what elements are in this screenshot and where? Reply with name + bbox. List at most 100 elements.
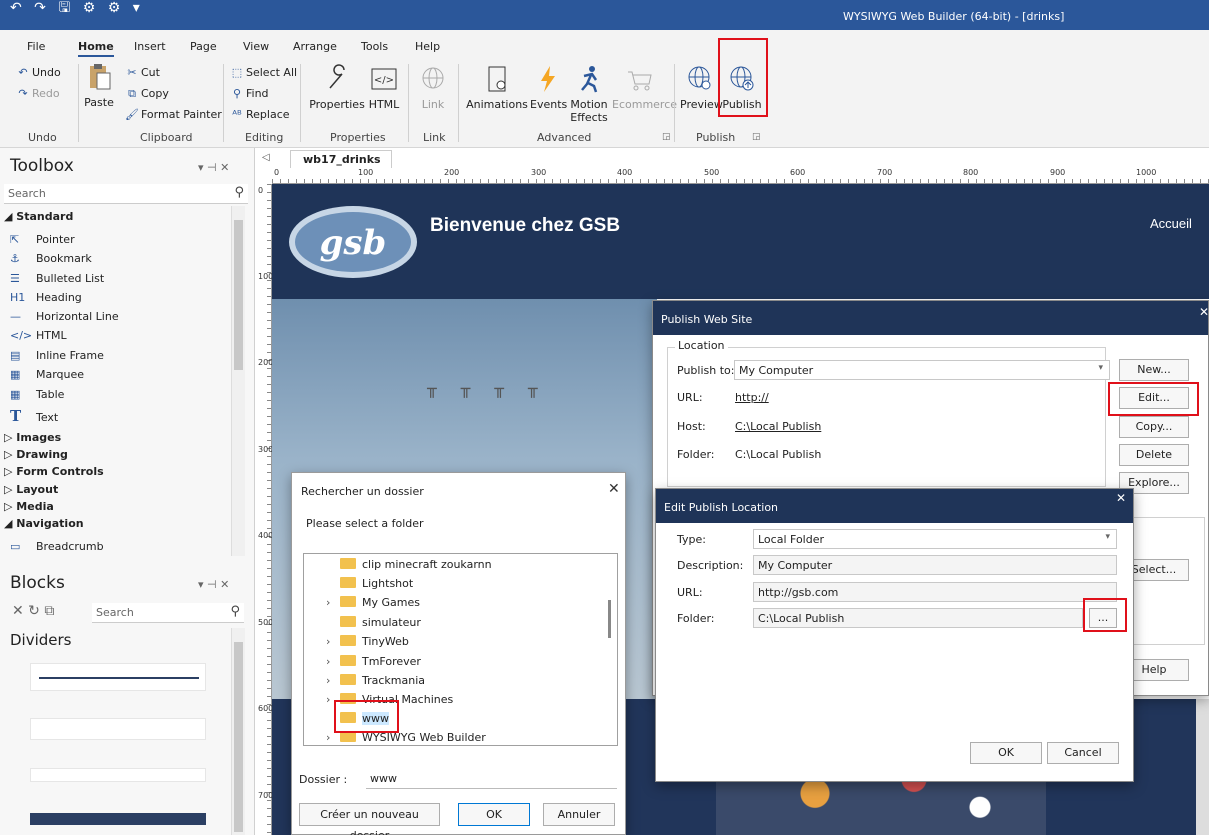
ecommerce-button[interactable]: Ecommerce (612, 64, 677, 111)
toolbox-category-media[interactable]: ▷ Media (4, 500, 54, 513)
folder-item[interactable]: › My Games (326, 596, 420, 609)
toolbox-scrollbar[interactable] (231, 206, 245, 556)
divider-thumbnail[interactable] (30, 768, 206, 782)
type-select[interactable]: Local Folder ▾ (753, 529, 1117, 549)
edit-ok-button[interactable]: OK (970, 742, 1042, 764)
chevron-right-icon[interactable]: › (326, 635, 340, 648)
folder-item[interactable]: › TinyWeb (326, 635, 409, 648)
publish-launcher-icon[interactable]: ◲ (752, 132, 761, 142)
copy-button[interactable]: Copy... (1119, 416, 1189, 438)
url-value[interactable]: http:// (735, 391, 769, 404)
link-button[interactable]: Link (418, 64, 448, 111)
toolbox-category-drawing[interactable]: ▷ Drawing (4, 448, 68, 461)
copy-button[interactable]: ⧉ Copy (125, 87, 169, 101)
select-all-button[interactable]: ⬚ Select All (230, 66, 297, 79)
panel-controls[interactable]: ▾ ⊣ ✕ (198, 578, 229, 591)
tab-scroll-left-icon[interactable]: ◁ (262, 152, 270, 163)
properties-button[interactable]: Properties (308, 64, 366, 111)
toolbox-category-form-controls[interactable]: ▷ Form Controls (4, 465, 104, 478)
undo-button[interactable]: ↶ Undo (16, 66, 60, 79)
toolbox-item-html[interactable]: </> HTML (10, 329, 67, 342)
close-icon[interactable]: ✕ (608, 481, 620, 497)
folder-ok-button[interactable]: OK (458, 803, 530, 826)
host-value[interactable]: C:\Local Publish (735, 420, 821, 433)
folder-item[interactable]: clip minecraft zoukarnn (326, 558, 492, 571)
blocks-search-input[interactable]: Search (96, 606, 134, 619)
toolbox-category-standard[interactable]: ◢ Standard (4, 210, 73, 223)
toolbox-item-heading[interactable]: H1 Heading (10, 291, 82, 304)
tab-file[interactable]: File (27, 40, 45, 53)
edit-publish-location-dialog[interactable]: Edit Publish Location ✕ Type: Local Fold… (655, 488, 1134, 782)
url-field[interactable]: http://gsb.com (753, 582, 1117, 602)
toolbox-category-navigation[interactable]: ◢ Navigation (4, 517, 84, 530)
divider-thumbnail[interactable] (30, 718, 206, 740)
html-button[interactable]: </> HTML (368, 64, 400, 111)
quick-access-toolbar[interactable]: ↶ ↷ 🖫 ⚙ ⚙ ▾ (10, 0, 144, 16)
toolbox-item-bulleted-list[interactable]: ☰ Bulleted List (10, 272, 104, 285)
toolbox-category-images[interactable]: ▷ Images (4, 431, 61, 444)
tab-home[interactable]: Home (78, 40, 114, 57)
toolbox-search-input[interactable]: Search (8, 187, 46, 200)
chevron-right-icon[interactable]: › (326, 596, 340, 609)
divider-thumbnail[interactable] (30, 663, 206, 691)
page-heading[interactable]: Bienvenue chez GSB (430, 215, 620, 237)
toolbox-search[interactable]: Search ⚲ (4, 184, 248, 204)
blocks-scroll-thumb[interactable] (234, 642, 243, 832)
nav-link-accueil[interactable]: Accueil (1150, 216, 1192, 231)
description-field[interactable]: My Computer (753, 555, 1117, 575)
toolbox-item-marquee[interactable]: ▦ Marquee (10, 368, 84, 381)
folder-tree-scroll-thumb[interactable] (608, 600, 611, 638)
close-icon[interactable]: ✕ (1116, 491, 1126, 505)
tab-view[interactable]: View (243, 40, 269, 53)
close-icon[interactable]: ✕ (1199, 305, 1209, 319)
paste-button[interactable]: Paste (84, 62, 114, 109)
toolbox-item-horizontal-line[interactable]: — Horizontal Line (10, 310, 119, 323)
gsb-logo[interactable]: gsb (286, 202, 421, 282)
motion-effects-button[interactable]: Motion Effects (568, 64, 610, 124)
chevron-right-icon[interactable]: › (326, 674, 340, 687)
folder-cancel-button[interactable]: Annuler (543, 803, 615, 826)
divider-thumbnail[interactable] (30, 813, 206, 825)
page-header[interactable]: gsb Bienvenue chez GSB Accueil (272, 184, 1209, 299)
chevron-right-icon[interactable]: › (326, 655, 340, 668)
events-button[interactable]: Events (530, 64, 567, 111)
tab-help[interactable]: Help (415, 40, 440, 53)
toolbox-item-inline-frame[interactable]: ▤ Inline Frame (10, 349, 104, 362)
panel-controls[interactable]: ▾ ⊣ ✕ (198, 161, 229, 174)
redo-button[interactable]: ↷ Redo (16, 87, 59, 100)
document-tab[interactable]: wb17_drinks ✕ (290, 150, 392, 179)
tab-tools[interactable]: Tools (361, 40, 388, 53)
code-icon: </> (10, 329, 33, 342)
tab-insert[interactable]: Insert (134, 40, 166, 53)
folder-field[interactable]: C:\Local Publish (753, 608, 1083, 628)
advanced-launcher-icon[interactable]: ◲ (662, 132, 671, 142)
publish-to-select[interactable]: My Computer ▾ (734, 360, 1110, 380)
animations-button[interactable]: Animations (466, 64, 528, 111)
cut-button[interactable]: ✂ Cut (125, 66, 160, 79)
tab-page[interactable]: Page (190, 40, 217, 53)
toolbox-scroll-thumb[interactable] (234, 220, 243, 370)
dossier-input[interactable]: www (366, 769, 617, 789)
preview-button[interactable]: Preview (680, 64, 723, 111)
new-folder-button[interactable]: Créer un nouveau dossier (299, 803, 440, 835)
new-button[interactable]: New... (1119, 359, 1189, 381)
tab-arrange[interactable]: Arrange (293, 40, 337, 53)
edit-cancel-button[interactable]: Cancel (1047, 742, 1119, 764)
toolbox-item-pointer[interactable]: ⇱ Pointer (10, 233, 75, 246)
blocks-toolbar-icons[interactable]: ✕ ↻ ⧉ (12, 603, 54, 619)
find-button[interactable]: ⚲ Find (230, 87, 269, 100)
toolbox-item-table[interactable]: ▦ Table (10, 388, 64, 401)
toolbox-item-bookmark[interactable]: ⚓ Bookmark (10, 252, 92, 265)
toolbox-item-breadcrumb[interactable]: ▭ Breadcrumb (10, 540, 104, 553)
blocks-scrollbar[interactable] (231, 628, 245, 835)
replace-button[interactable]: ᴬᴮ Replace (230, 108, 289, 121)
format-painter-button[interactable]: 🖌 Format Painter (125, 108, 222, 121)
blocks-search[interactable]: Search ⚲ (92, 603, 244, 623)
toolbox-item-text[interactable]: T Text (10, 407, 58, 425)
toolbox-category-layout[interactable]: ▷ Layout (4, 483, 58, 496)
folder-item[interactable]: Lightshot (326, 577, 413, 590)
folder-item[interactable]: simulateur (326, 616, 421, 629)
delete-button[interactable]: Delete (1119, 444, 1189, 466)
folder-item[interactable]: › Trackmania (326, 674, 425, 687)
folder-item[interactable]: › TmForever (326, 655, 421, 668)
